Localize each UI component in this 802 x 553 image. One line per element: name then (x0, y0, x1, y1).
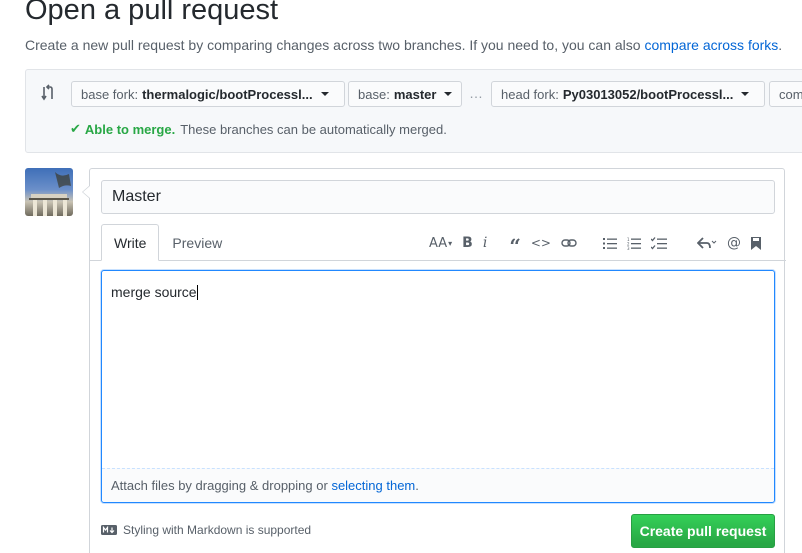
merge-status: ✔ Able to merge. These branches can be a… (70, 121, 447, 137)
heading-glyph: AA (429, 235, 448, 251)
link-icon[interactable] (561, 237, 577, 249)
compare-range-box: base fork: thermalogic/bootProcessl... b… (25, 69, 802, 153)
markdown-note[interactable]: Styling with Markdown is supported (101, 523, 311, 537)
base-fork-label: base fork: (81, 86, 139, 102)
italic-icon[interactable]: i (483, 235, 487, 251)
code-icon[interactable]: <> (531, 236, 551, 250)
check-icon: ✔ (70, 121, 81, 136)
create-pull-request-button[interactable]: Create pull request (631, 514, 775, 548)
page-title: Open a pull request (25, 0, 279, 26)
page-subtitle: Create a new pull request by comparing c… (25, 37, 782, 53)
tab-preview[interactable]: Preview (159, 224, 235, 261)
ordered-list-icon[interactable]: 123 (627, 237, 641, 250)
reply-icon[interactable] (696, 236, 717, 250)
attach-files-bar[interactable]: Attach files by dragging & dropping or s… (102, 468, 774, 502)
base-branch-select[interactable]: base: master (348, 81, 462, 107)
subtitle-text: Create a new pull request by comparing c… (25, 37, 641, 53)
base-fork-select[interactable]: base fork: thermalogic/bootProcessl... (71, 81, 345, 107)
pull-request-form: Write Preview AA▾ B i “ <> 123 @ merge s… (82, 168, 786, 553)
chevron-down-icon (444, 92, 453, 96)
unordered-list-icon[interactable] (602, 237, 617, 250)
selecting-them-link[interactable]: selecting them (331, 478, 415, 493)
base-branch-value: master (393, 86, 437, 102)
markdown-note-text: Styling with Markdown is supported (123, 523, 312, 537)
git-compare-icon (41, 84, 53, 101)
avatar-image (29, 172, 71, 216)
editor-text: merge source (111, 284, 197, 300)
base-branch-label: base: (358, 86, 390, 102)
avatar (25, 168, 73, 216)
comment-editor[interactable]: merge source Attach files by dragging & … (101, 270, 775, 503)
bookmark-icon[interactable] (750, 236, 761, 250)
editor-content[interactable]: merge source (111, 284, 198, 300)
compare-branch-select[interactable]: com (769, 81, 802, 107)
head-fork-value: Py03013052/bootProcessl... (562, 86, 734, 102)
subtitle-end: . (778, 37, 783, 53)
compare-across-forks-link[interactable]: compare across forks (644, 37, 778, 53)
base-fork-value: thermalogic/bootProcessl... (142, 86, 313, 102)
chevron-down-icon (741, 92, 750, 96)
mention-icon[interactable]: @ (727, 235, 741, 251)
compare-branch-label: com (779, 86, 802, 102)
text-cursor (196, 285, 198, 300)
markdown-icon (101, 525, 117, 535)
attach-end: . (415, 478, 419, 493)
head-fork-select[interactable]: head fork: Py03013052/bootProcessl... (491, 81, 765, 107)
merge-ok-text: Able to merge. (84, 121, 176, 137)
chevron-down-icon (320, 92, 329, 96)
attach-text: Attach files by dragging & dropping or (111, 478, 328, 493)
quote-icon[interactable]: “ (509, 236, 521, 256)
markdown-toolbar: AA ▾ B i “ <> 123 @ (429, 232, 771, 256)
pr-title-input[interactable] (101, 180, 775, 214)
editor-tabs: Write Preview (101, 224, 235, 261)
tab-write[interactable]: Write (101, 224, 160, 261)
svg-text:3: 3 (627, 246, 630, 250)
bold-icon[interactable]: B (462, 235, 473, 251)
merge-status-text: These branches can be automatically merg… (180, 121, 447, 137)
range-ellipsis: … (469, 85, 483, 101)
head-fork-label: head fork: (501, 86, 559, 102)
task-list-icon[interactable] (650, 236, 667, 250)
heading-icon[interactable]: AA ▾ (429, 236, 452, 251)
